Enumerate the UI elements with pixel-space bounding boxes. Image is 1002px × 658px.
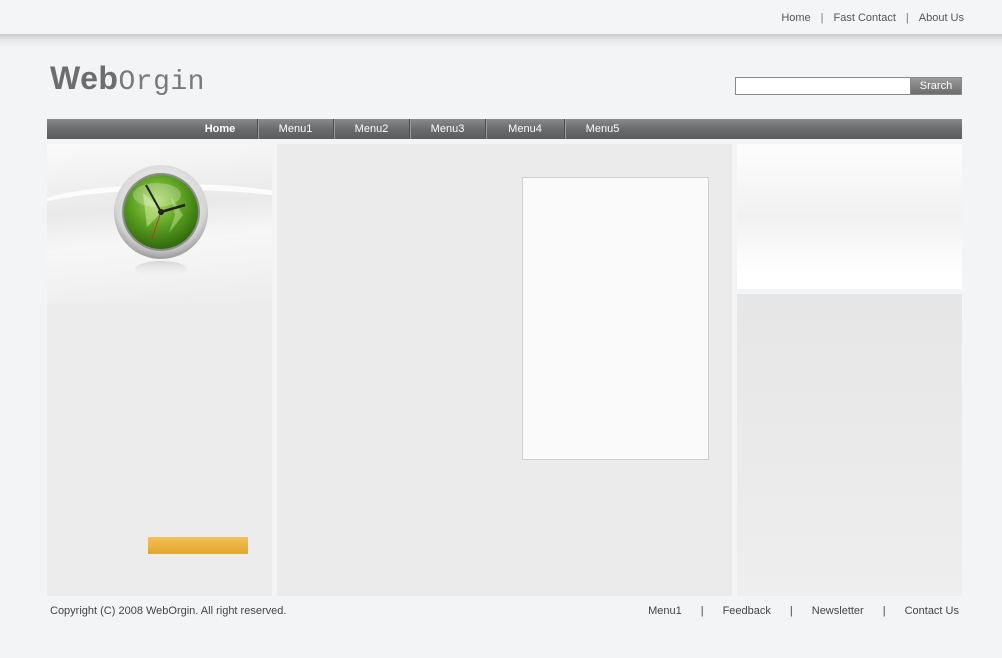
nav-item-menu5[interactable]: Menu5 xyxy=(565,119,640,139)
footer-separator: | xyxy=(700,605,704,617)
content-box xyxy=(522,177,709,460)
left-column xyxy=(47,144,272,596)
clock-banner xyxy=(47,144,272,304)
footer-links: Menu1 | Feedback | Newsletter | Contact … xyxy=(648,605,959,617)
nav-item-menu2[interactable]: Menu2 xyxy=(334,119,410,139)
nav-item-menu1[interactable]: Menu1 xyxy=(258,119,334,139)
top-link-separator: | xyxy=(820,12,824,24)
center-column xyxy=(277,144,732,596)
site-logo[interactable]: WebOrgin xyxy=(50,60,205,98)
footer-link-newsletter[interactable]: Newsletter xyxy=(812,605,864,617)
main-nav: Home Menu1 Menu2 Menu3 Menu4 Menu5 xyxy=(47,119,962,139)
footer-link-feedback[interactable]: Feedback xyxy=(723,605,771,617)
top-link-about-us[interactable]: About Us xyxy=(919,12,964,24)
clock-icon xyxy=(113,163,209,284)
orange-button[interactable] xyxy=(148,537,248,554)
nav-item-home[interactable]: Home xyxy=(183,119,258,139)
top-bar: Home | Fast Contact | About Us xyxy=(0,0,1002,36)
search-input[interactable] xyxy=(735,77,911,95)
search-button[interactable]: Srarch xyxy=(911,77,962,95)
top-link-fast-contact[interactable]: Fast Contact xyxy=(834,12,896,24)
top-bar-shadow xyxy=(0,34,1002,48)
nav-item-menu3[interactable]: Menu3 xyxy=(410,119,486,139)
logo-light-text: Orgin xyxy=(118,67,205,98)
footer-link-contact-us[interactable]: Contact Us xyxy=(905,605,959,617)
footer-link-menu1[interactable]: Menu1 xyxy=(648,605,682,617)
search-form: Srarch xyxy=(735,77,962,95)
top-link-home[interactable]: Home xyxy=(781,12,810,24)
nav-item-menu4[interactable]: Menu4 xyxy=(486,119,565,139)
top-links: Home | Fast Contact | About Us xyxy=(781,12,964,24)
top-link-separator: | xyxy=(905,12,909,24)
footer-separator: | xyxy=(789,605,793,617)
copyright-text: Copyright (C) 2008 WebOrgin. All right r… xyxy=(50,605,287,617)
right-top-panel xyxy=(737,144,962,289)
right-bottom-panel xyxy=(737,294,962,596)
footer-separator: | xyxy=(882,605,886,617)
logo-bold-text: Web xyxy=(50,60,119,96)
